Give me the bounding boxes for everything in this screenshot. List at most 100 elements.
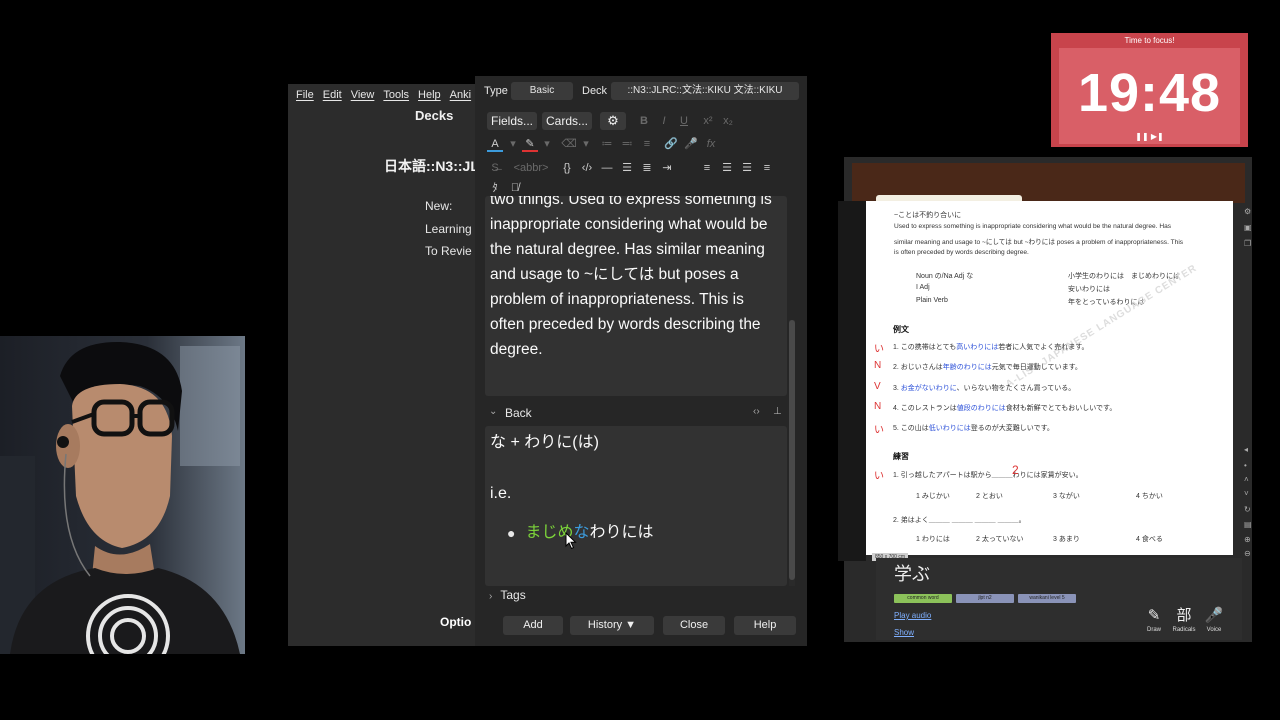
zoom-in-icon[interactable]: ⊕ [1244, 535, 1251, 544]
gear-icon[interactable]: ⚙ [600, 112, 626, 130]
page-icon[interactable]: ▤ [1244, 520, 1252, 529]
menu-edit[interactable]: Edit [323, 89, 342, 101]
front-field[interactable]: two things. Used to express something is… [485, 196, 787, 396]
option: 3 あまり [1053, 536, 1080, 543]
chevron-down-icon[interactable]: ▾ [505, 136, 521, 152]
webcam-feed [0, 336, 245, 654]
chevron-down-icon[interactable]: ⌄ [489, 406, 497, 417]
draw-tool[interactable]: ✎ Draw [1141, 606, 1167, 634]
form-label: Noun の/Na Adj な [916, 273, 974, 280]
settings-icon[interactable]: ⚙ [1244, 207, 1251, 216]
chevron-down-icon[interactable]: ˅ [1244, 489, 1249, 498]
microphone-icon[interactable]: 🎤 [683, 136, 699, 152]
superscript-icon[interactable]: x² [700, 113, 716, 129]
help-button[interactable]: Help [734, 616, 796, 635]
menu-help[interactable]: Help [418, 89, 441, 101]
bookmark-icon[interactable]: ▣ [1244, 223, 1252, 232]
menu-tools[interactable]: Tools [383, 89, 409, 101]
history-button[interactable]: History ▼ [570, 616, 654, 635]
voice-tool[interactable]: 🎤 Voice [1201, 606, 1227, 634]
back-line-ie[interactable]: i.e. [490, 483, 782, 505]
unordered-list-icon[interactable]: ≔ [599, 136, 615, 152]
horizontal-rule-icon[interactable]: — [599, 160, 615, 176]
close-button[interactable]: Close [663, 616, 725, 635]
form-example: 小学生のわりには まじめわりには [1068, 273, 1180, 280]
remove-furigana-icon[interactable]: ﾀ̸ [507, 180, 523, 196]
wanikani-badge: wanikani level 5 [1018, 594, 1076, 603]
example-sentence: 5. この山は低いわりには登るのが大変難しいです。 [893, 425, 1054, 432]
underline-icon[interactable]: U [676, 113, 692, 129]
highlight-color-icon[interactable]: ✎ [522, 136, 538, 152]
option: 3 ながい [1053, 493, 1080, 500]
option: 2 とおい [976, 493, 1003, 500]
strikethrough-icon[interactable]: S̶ [487, 160, 503, 176]
menu-file[interactable]: File [296, 89, 314, 101]
timer-face: 19:48 ❚❚ ▶❚ [1059, 48, 1240, 144]
dictionary-word: 学ぶ [894, 564, 930, 584]
deck-label: Deck [582, 85, 608, 97]
options-button[interactable]: Optio [440, 610, 480, 634]
back-field[interactable]: な + わりに(は) i.e. ● まじめなわりには [485, 426, 787, 586]
number-list-icon[interactable]: ≣ [639, 160, 655, 176]
cards-button[interactable]: Cards... [542, 112, 592, 130]
fields-button[interactable]: Fields... [487, 112, 537, 130]
focus-timer: Time to focus! 19:48 ❚❚ ▶❚ [1051, 33, 1248, 147]
timer-title: Time to focus! [1124, 36, 1175, 45]
refresh-icon[interactable]: ↻ [1244, 505, 1251, 514]
play-audio-link[interactable]: Play audio [894, 611, 931, 620]
align-icon[interactable]: ≡ [639, 136, 655, 152]
html-editor-icon[interactable]: ‹/› [579, 160, 595, 176]
text-color-icon[interactable]: A [487, 136, 503, 152]
chevron-right-icon[interactable]: › [489, 591, 492, 602]
back-line-formula[interactable]: な + わりに(は) [490, 432, 782, 454]
stat-learning: Learning [425, 222, 472, 236]
braces-icon[interactable]: {} [559, 160, 575, 176]
form-example: 安いわりには [1068, 286, 1110, 293]
bullet-list-icon[interactable]: ☰ [619, 160, 635, 176]
handwritten-mark: い [874, 344, 884, 355]
menu-anki[interactable]: Anki [450, 89, 471, 101]
html-toggle-icon[interactable]: ‹› [753, 406, 760, 417]
add-button[interactable]: Add [503, 616, 563, 635]
show-link[interactable]: Show [894, 628, 914, 637]
center-align-icon[interactable]: ≡ [699, 160, 715, 176]
dot-icon[interactable]: • [1244, 461, 1247, 470]
option: 4 食べる [1136, 536, 1163, 543]
chevron-up-icon[interactable]: ˄ [1244, 475, 1249, 484]
zoom-out-icon[interactable]: ⊖ [1244, 549, 1251, 558]
note-type-selector[interactable]: Basic [511, 82, 573, 100]
deck-selector[interactable]: ::N3::JLRC::文法::KIKU 文法::KIKU [611, 82, 799, 100]
timer-controls[interactable]: ❚❚ ▶❚ [1059, 132, 1240, 141]
indent-icon[interactable]: ⇥ [659, 160, 675, 176]
chevron-down-icon[interactable]: ▾ [539, 136, 555, 152]
back-icon[interactable]: ◂ [1244, 445, 1248, 454]
justify-icon[interactable]: ≡ [759, 160, 775, 176]
pin-icon[interactable]: ⊥ [773, 406, 782, 417]
furigana-icon[interactable]: ﾀ [487, 180, 503, 196]
copy-icon[interactable]: ❐ [1244, 239, 1251, 248]
person-image [0, 336, 245, 654]
stat-review: To Revie [425, 244, 472, 258]
stat-new: New: [425, 199, 453, 213]
left-align-icon[interactable]: ☰ [719, 160, 735, 176]
decks-tab[interactable]: Decks [415, 108, 453, 123]
list-item[interactable]: ● まじめなわりには [507, 522, 654, 544]
bold-icon[interactable]: B [636, 113, 652, 129]
scrollbar-thumb[interactable] [789, 320, 795, 580]
handwritten-mark: N [874, 401, 882, 412]
tags-row[interactable]: › Tags [489, 588, 526, 602]
eraser-icon[interactable]: ⌫ [561, 136, 577, 152]
menu-view[interactable]: View [351, 89, 375, 101]
function-icon[interactable]: fx [703, 136, 719, 152]
chevron-down-icon[interactable]: ▾ [578, 136, 594, 152]
ordered-list-icon[interactable]: ≕ [619, 136, 635, 152]
italic-icon[interactable]: I [656, 113, 672, 129]
fields-scrollbar[interactable] [789, 320, 795, 586]
attach-icon[interactable]: 🔗 [663, 136, 679, 152]
radicals-tool[interactable]: 部 Radicals [1171, 606, 1197, 634]
abbr-button[interactable]: <abbr> [511, 160, 551, 176]
front-text[interactable]: two things. Used to express something is… [490, 196, 781, 362]
handwritten-mark: V [874, 381, 881, 392]
subscript-icon[interactable]: x₂ [720, 113, 736, 129]
right-align-icon[interactable]: ☰ [739, 160, 755, 176]
